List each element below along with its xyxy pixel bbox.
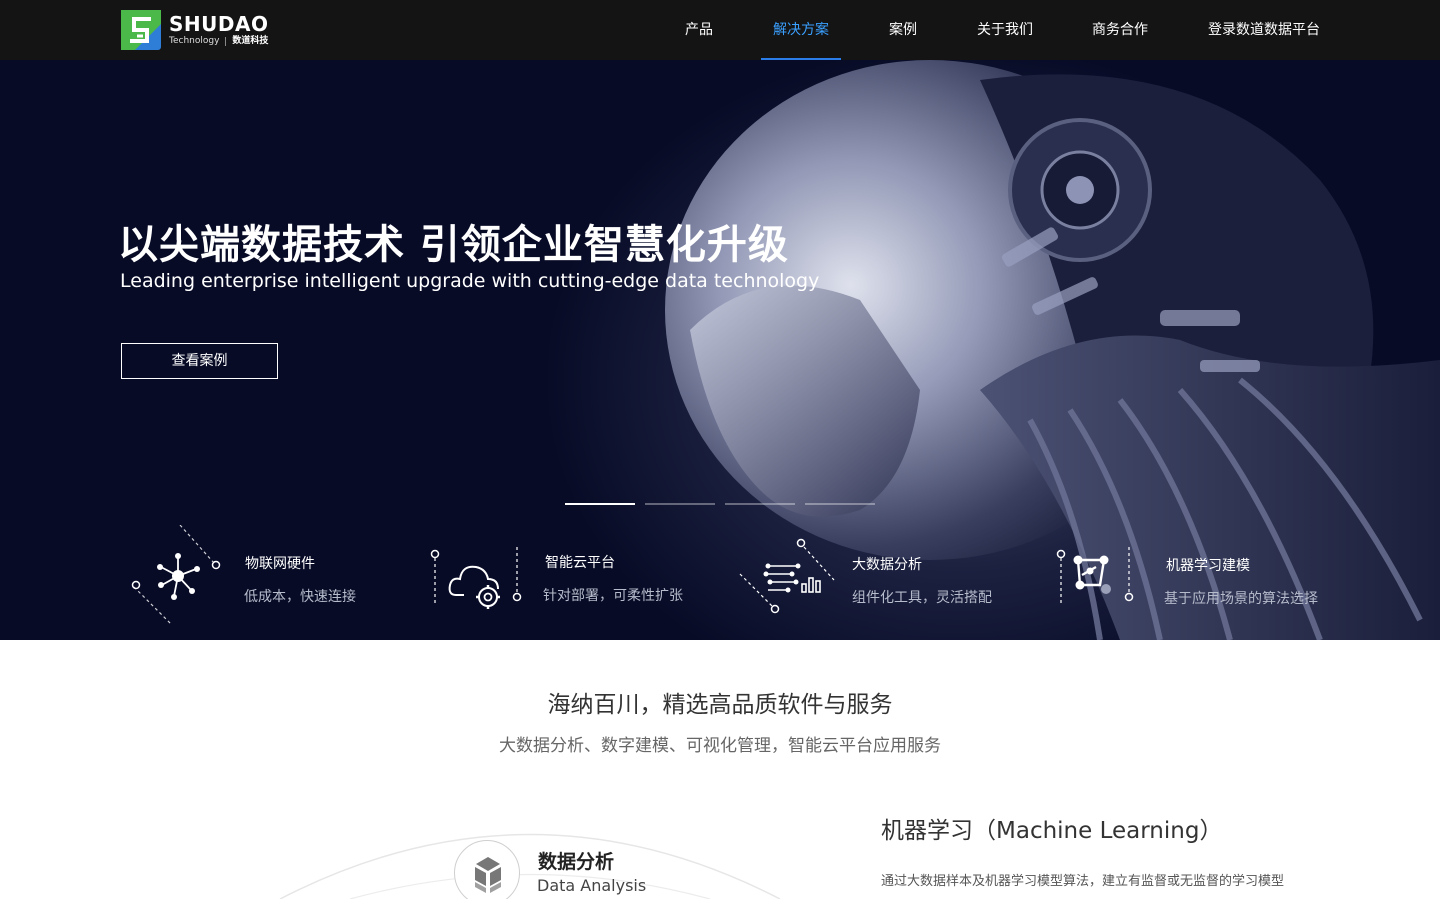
ml-nodes-icon — [1056, 547, 1134, 603]
data-analysis-badge[interactable] — [454, 840, 520, 899]
nav-item-solutions[interactable]: 解决方案 — [761, 0, 841, 60]
nav-item-about[interactable]: 关于我们 — [977, 0, 1033, 60]
logo-sub-cn: 数道科技 — [232, 36, 269, 46]
hero-title: 以尖端数据技术 引领企业智慧化升级 — [118, 222, 789, 268]
hero-banner: 以尖端数据技术 引领企业智慧化升级 Leading enterprise int… — [0, 60, 1440, 640]
feature-desc: 针对部署，可柔性扩张 — [543, 588, 683, 604]
data-analysis-en: Data Analysis — [537, 876, 647, 895]
section-subtitle: 大数据分析、数字建模、可视化管理，智能云平台应用服务 — [499, 736, 941, 756]
data-circuit-icon — [739, 538, 835, 614]
carousel-dot-4[interactable] — [805, 503, 875, 505]
feature-title: 智能云平台 — [545, 555, 615, 571]
feature-desc: 基于应用场景的算法选择 — [1164, 591, 1318, 607]
orbit-decoration — [279, 833, 781, 899]
feature-ml[interactable]: 机器学习建模 基于应用场景的算法选择 — [1054, 525, 1334, 640]
carousel-dot-3[interactable] — [725, 503, 795, 505]
feature-title: 物联网硬件 — [245, 556, 315, 572]
feature-title: 大数据分析 — [852, 557, 922, 573]
data-analysis-title: 数据分析 — [538, 851, 615, 873]
feature-bigdata[interactable]: 大数据分析 组件化工具，灵活搭配 — [738, 525, 1008, 640]
cloud-gear-icon — [430, 547, 522, 609]
top-nav: SHUDAO Technology 数道科技 产品 解决方案 案例 关于我们 商… — [0, 0, 1440, 60]
section-title: 海纳百川，精选高品质软件与服务 — [547, 692, 893, 718]
feature-iot[interactable]: 物联网硬件 低成本，快速连接 — [128, 525, 368, 640]
carousel-dot-1[interactable] — [565, 503, 635, 505]
hero-subtitle: Leading enterprise intelligent upgrade w… — [120, 270, 820, 292]
machine-learning-text: 通过大数据样本及机器学习模型算法，建立有监督或无监督的学习模型 — [881, 874, 1285, 889]
logo[interactable]: SHUDAO Technology 数道科技 — [121, 10, 268, 50]
iot-hub-icon — [131, 525, 221, 625]
feature-desc: 低成本，快速连接 — [244, 589, 356, 605]
feature-desc: 组件化工具，灵活搭配 — [852, 590, 992, 606]
nav-item-cases[interactable]: 案例 — [889, 0, 917, 60]
cube-icon — [475, 857, 501, 893]
nav-item-business[interactable]: 商务合作 — [1092, 0, 1148, 60]
view-cases-button[interactable]: 查看案例 — [121, 343, 278, 379]
logo-sub-en: Technology — [169, 36, 220, 46]
nav-item-products[interactable]: 产品 — [685, 0, 713, 60]
logo-name: SHUDAO — [169, 12, 269, 36]
carousel-dot-2[interactable] — [645, 503, 715, 505]
feature-strip: 物联网硬件 低成本，快速连接 智能云平台 针对部署，可柔性扩张 大数据分析 组件… — [0, 525, 1440, 640]
feature-cloud[interactable]: 智能云平台 针对部署，可柔性扩张 — [428, 525, 698, 640]
nav-item-login-platform[interactable]: 登录数道数据平台 — [1208, 0, 1320, 60]
machine-learning-title: 机器学习（Machine Learning） — [881, 818, 1223, 844]
shudao-logo-icon — [121, 10, 161, 50]
carousel-indicators — [565, 503, 875, 505]
active-nav-underline — [761, 58, 841, 60]
feature-title: 机器学习建模 — [1166, 558, 1250, 574]
